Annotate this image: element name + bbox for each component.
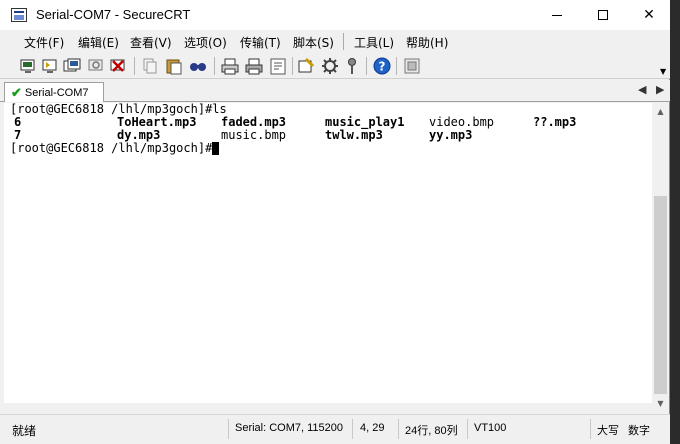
scroll-down-icon[interactable]: ▼ — [652, 395, 669, 412]
vertical-scrollbar[interactable]: ▲ ▼ — [652, 103, 669, 412]
menu-tools[interactable]: 工具(L) — [354, 34, 394, 51]
status-connection: Serial: COM7, 115200 — [235, 422, 344, 434]
global-options-icon[interactable] — [320, 56, 340, 76]
minimize-button[interactable] — [534, 0, 580, 30]
file-entry: ??.mp3 — [533, 115, 577, 129]
toolbar-separator — [396, 57, 397, 75]
status-num: 数字 — [628, 425, 650, 437]
prompt-text: [root@GEC6818 /lhl/mp3goch]# — [10, 141, 213, 155]
svg-text:?: ? — [379, 60, 386, 74]
copy-icon[interactable] — [140, 56, 160, 76]
menu-view[interactable]: 查看(V) — [130, 34, 172, 51]
find-icon[interactable] — [188, 56, 208, 76]
status-cursor-position: 4, 29 — [360, 422, 385, 434]
text-cursor — [212, 142, 220, 155]
terminal-output[interactable]: [root@GEC6818 /lhl/mp3goch]#ls 6 ToHeart… — [4, 103, 652, 403]
menu-file[interactable]: 文件(F) — [24, 34, 64, 51]
status-bar: 就绪 Serial: COM7, 115200 4, 29 24行, 80列 V… — [0, 414, 670, 444]
menu-edit[interactable]: 编辑(E) — [78, 34, 119, 51]
menu-separator — [343, 33, 344, 50]
toolbar-separator — [134, 57, 135, 75]
quick-connect-icon[interactable] — [40, 56, 60, 76]
toolbar: ? ▼ — [0, 53, 670, 79]
close-button[interactable]: ✕ — [626, 0, 672, 30]
tab-label: Serial-COM7 — [24, 86, 89, 99]
status-caps: 大写 — [597, 425, 619, 437]
menu-options[interactable]: 选项(O) — [184, 34, 227, 51]
status-separator — [228, 419, 229, 439]
file-entry: music.bmp — [221, 128, 287, 142]
securecrt-app-icon[interactable] — [11, 8, 27, 22]
toolbar-overflow-icon[interactable]: ▼ — [660, 67, 666, 76]
session-tab-bar: ✔ Serial-COM7 ◀ ▶ — [0, 80, 670, 102]
connect-icon[interactable] — [18, 56, 38, 76]
securecrt-window: Serial-COM7 - SecureCRT ✕ 文件(F) 编辑(E) 查看… — [0, 0, 670, 444]
close-icon: ✕ — [643, 7, 655, 23]
log-session-icon[interactable] — [268, 56, 288, 76]
disconnect-icon[interactable] — [108, 56, 128, 76]
title-bar: Serial-COM7 - SecureCRT ✕ — [0, 0, 670, 30]
scroll-up-icon[interactable]: ▲ — [652, 103, 669, 120]
menu-bar: 文件(F) 编辑(E) 查看(V) 选项(O) 传输(T) 脚本(S) 工具(L… — [0, 30, 670, 53]
status-separator — [352, 419, 353, 439]
toolbar-separator — [292, 57, 293, 75]
help-icon[interactable]: ? — [372, 56, 392, 76]
maximize-button[interactable] — [580, 0, 626, 30]
reconnect-icon[interactable] — [86, 56, 106, 76]
menu-script[interactable]: 脚本(S) — [293, 34, 334, 51]
status-ready: 就绪 — [12, 424, 37, 438]
minimize-icon — [552, 14, 562, 16]
scrollbar-thumb[interactable] — [654, 196, 667, 394]
maximize-icon — [598, 10, 608, 20]
tab-serial-com7[interactable]: ✔ Serial-COM7 — [4, 82, 104, 102]
status-separator — [398, 419, 399, 439]
paste-icon[interactable] — [164, 56, 184, 76]
session-options-icon[interactable] — [296, 56, 316, 76]
print-icon[interactable] — [220, 56, 240, 76]
status-separator — [467, 419, 468, 439]
terminal-line-prompt: [root@GEC6818 /lhl/mp3goch]# — [10, 141, 220, 155]
file-entry: twlw.mp3 — [325, 128, 383, 142]
menu-transfer[interactable]: 传输(T) — [240, 34, 281, 51]
connected-check-icon: ✔ — [11, 84, 22, 100]
tab-scroll-left-icon[interactable]: ◀ — [638, 83, 646, 96]
sftp-icon[interactable] — [402, 56, 422, 76]
connect-in-tab-icon[interactable] — [62, 56, 82, 76]
horizontal-scrollbar[interactable] — [4, 403, 652, 412]
tab-scroll-right-icon[interactable]: ▶ — [656, 83, 664, 96]
background-window-strip — [670, 0, 680, 444]
status-separator — [590, 419, 591, 439]
toolbar-separator — [366, 57, 367, 75]
keymap-icon[interactable] — [342, 56, 362, 76]
menu-help[interactable]: 帮助(H) — [406, 34, 448, 51]
print-setup-icon[interactable] — [244, 56, 264, 76]
status-emulation: VT100 — [474, 422, 507, 434]
status-terminal-size: 24行, 80列 — [405, 425, 458, 437]
window-title: Serial-COM7 - SecureCRT — [36, 7, 191, 22]
toolbar-separator — [214, 57, 215, 75]
file-entry: yy.mp3 — [429, 128, 473, 142]
